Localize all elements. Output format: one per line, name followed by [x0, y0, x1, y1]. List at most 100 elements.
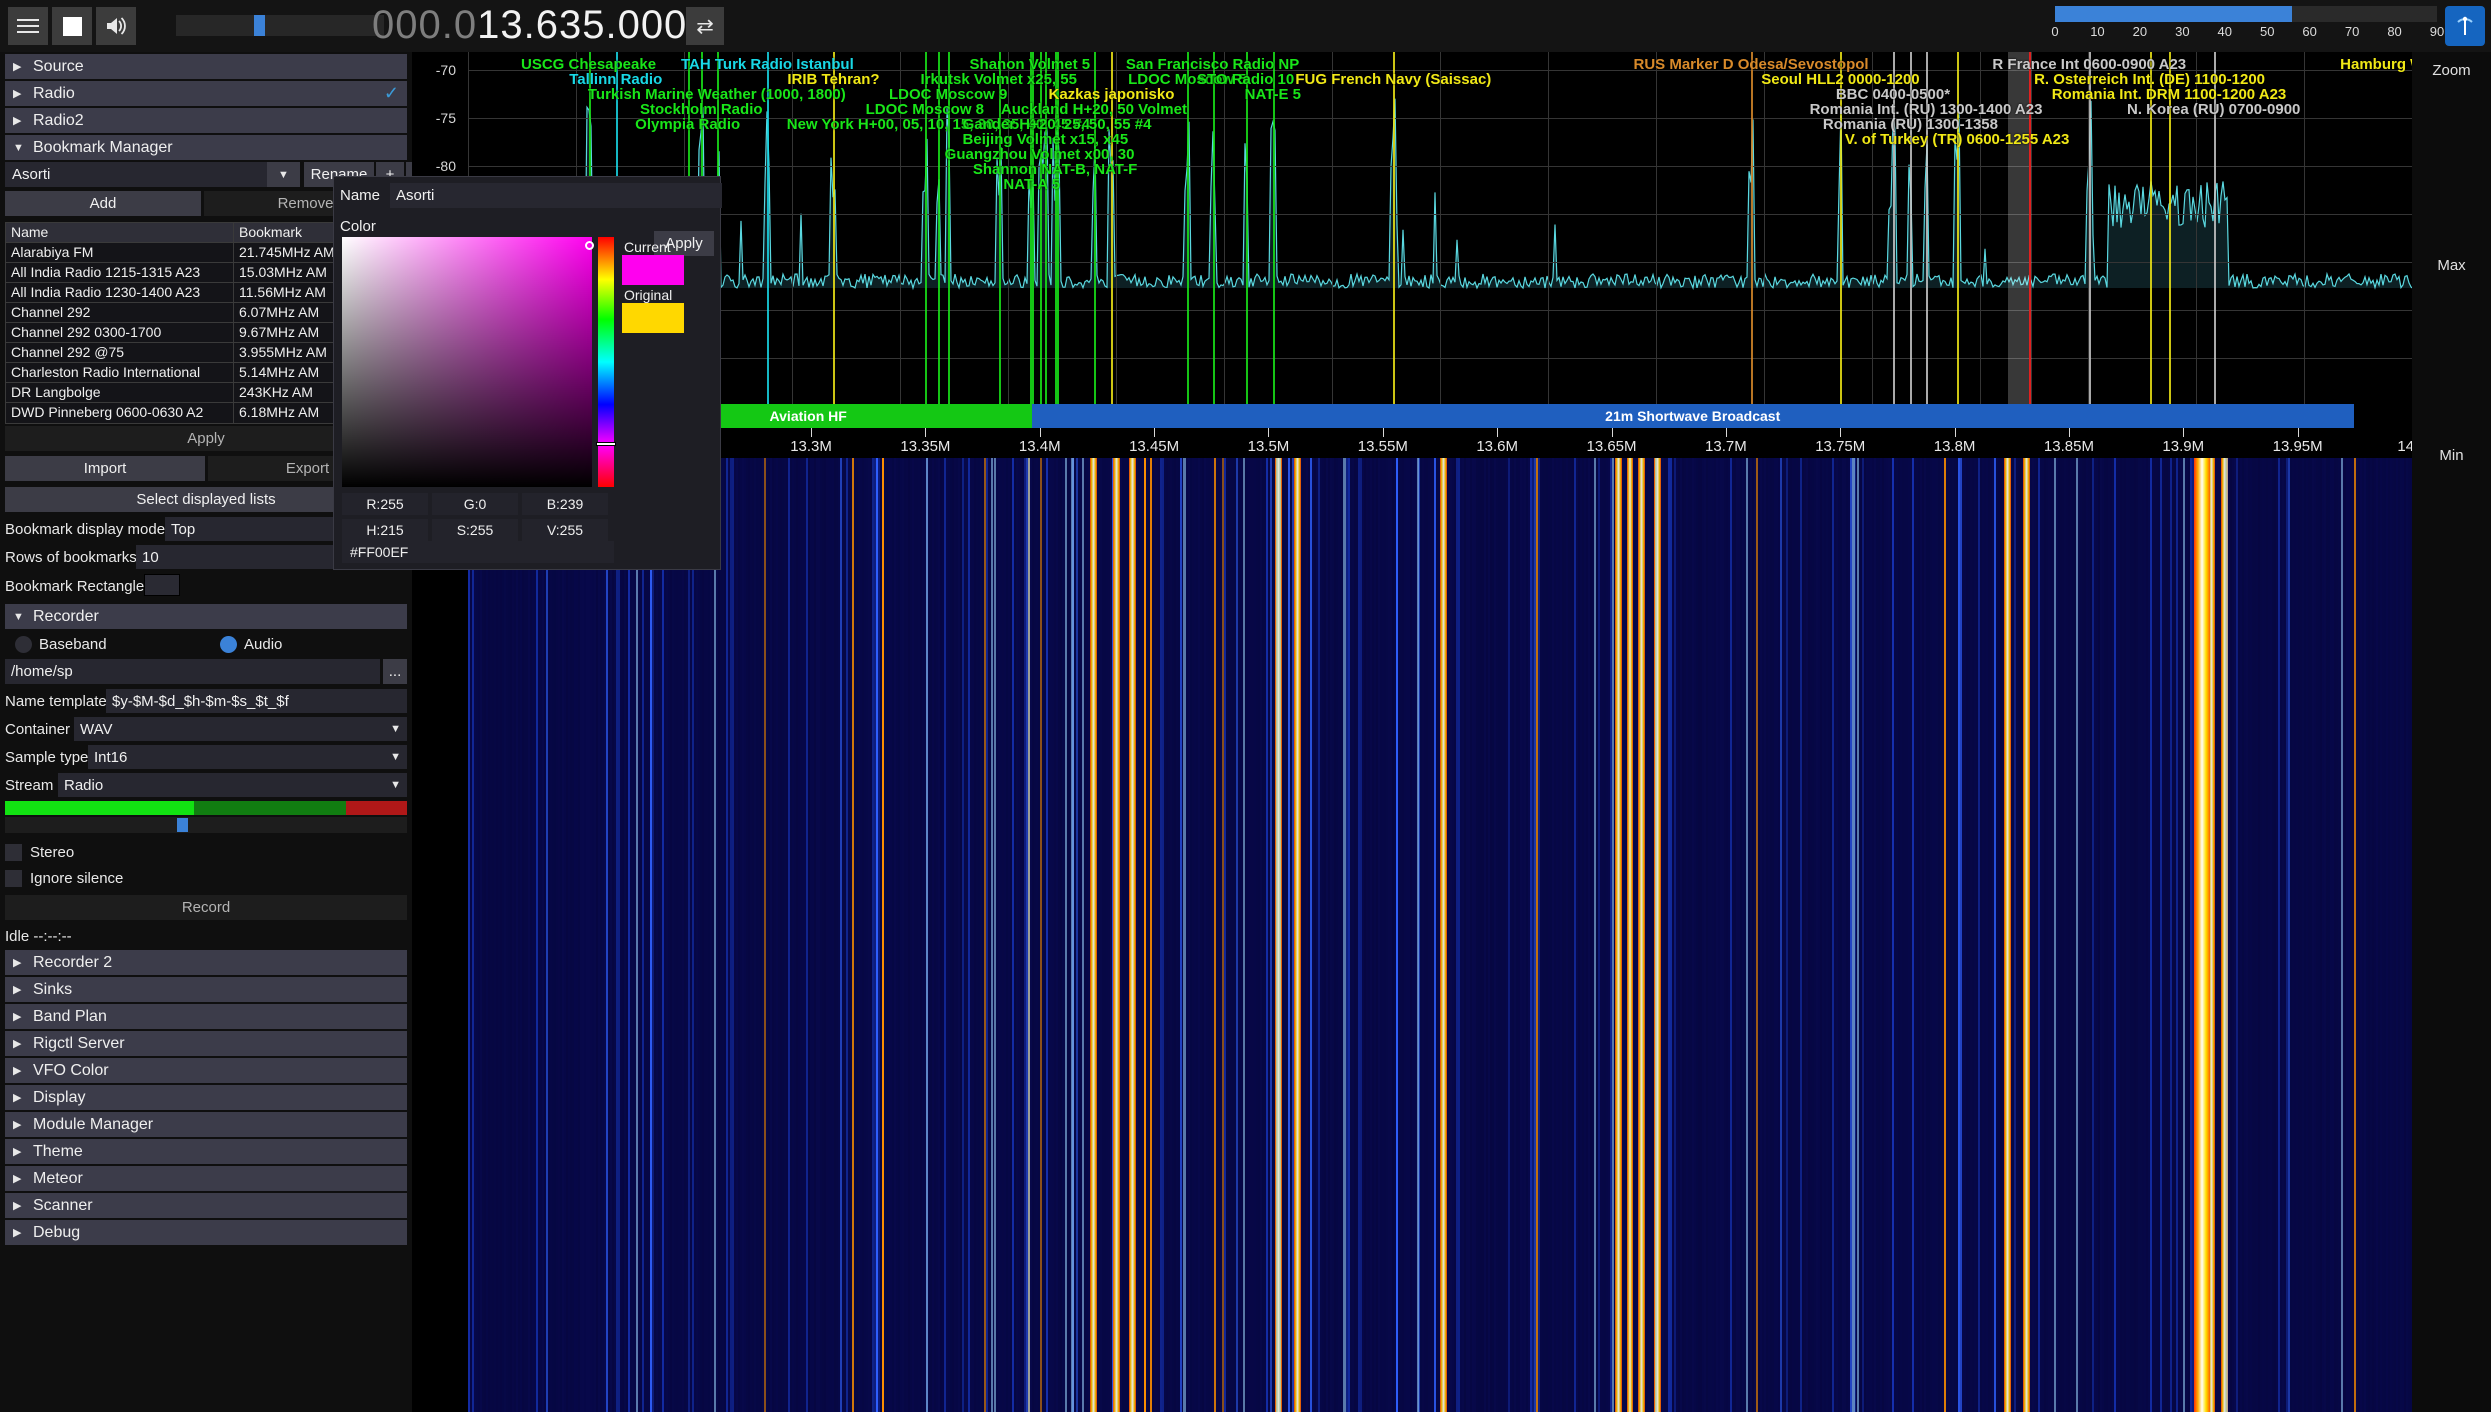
signal-tick: 80 [2387, 24, 2401, 39]
hex-color-input[interactable]: #FF00EF [342, 541, 614, 563]
sidebar-item-debug[interactable]: ▶Debug [5, 1220, 407, 1245]
volume-slider-handle[interactable] [254, 15, 265, 36]
color-channel-r[interactable]: R:255 [342, 493, 428, 515]
recorder-mode-audio[interactable]: Audio [220, 636, 282, 653]
bookmark-label[interactable]: N. Korea (RU) 0700-0900 [2127, 101, 2300, 118]
color-channel-h[interactable]: H:215 [342, 519, 428, 541]
saturation-value-field[interactable] [342, 237, 592, 487]
bookmark-label[interactable]: Hamburg WeFax DDK6 [2340, 56, 2412, 73]
sidebar-item-source[interactable]: ▶ Source [5, 54, 407, 79]
sidebar-item-display[interactable]: ▶Display [5, 1085, 407, 1110]
signal-meter-fill [2055, 6, 2292, 22]
original-color-swatch[interactable] [622, 303, 684, 333]
sidebar-item-meteor[interactable]: ▶Meteor [5, 1166, 407, 1191]
original-color-label: Original [624, 287, 672, 303]
radio-icon [15, 636, 32, 653]
sidebar-item-recorder-2[interactable]: ▶Recorder 2 [5, 950, 407, 975]
popup-color-swatch[interactable] [390, 214, 420, 238]
bookmark-label[interactable]: NAT-E 5 [1245, 86, 1301, 103]
color-channel-g[interactable]: G:0 [432, 493, 518, 515]
right-rail: Zoom Max Min [2412, 52, 2491, 1412]
recorder-gain-handle[interactable] [177, 818, 188, 832]
import-button[interactable]: Import [5, 456, 205, 481]
checkmark-icon[interactable]: ✓ [384, 83, 399, 104]
container-select[interactable]: WAV ▼ [74, 717, 407, 741]
recorder-path-input[interactable]: /home/sp [5, 659, 380, 684]
name-template-input[interactable]: $y-$M-$d_$h-$m-$s_$t_$f [106, 689, 407, 713]
bookmark-rectangle-row: Bookmark Rectangle [5, 572, 407, 600]
volume-slider[interactable] [176, 15, 384, 36]
bookmark-list-select[interactable]: Asorti [5, 162, 300, 187]
sv-cursor[interactable] [585, 241, 594, 250]
sidebar-item-theme[interactable]: ▶Theme [5, 1139, 407, 1164]
checkbox-icon[interactable] [5, 844, 22, 861]
waterfall-streak [1655, 458, 1657, 1412]
hamburger-menu-icon[interactable] [8, 7, 48, 45]
frequency-readout[interactable]: 000.013.635.000 [372, 2, 687, 48]
bookmark-label[interactable]: FUG French Navy (Saissac) [1295, 71, 1491, 88]
level-green-dark [194, 801, 346, 815]
bookmark-label[interactable]: V. of Turkey (TR) 0600-1255 A23 [1845, 131, 2070, 148]
bookmark-label[interactable]: NAT-A 5 [1003, 176, 1060, 193]
sidebar-item-recorder[interactable]: ▼ Recorder [5, 604, 407, 629]
freq-tick-label: 13.4M [1019, 438, 1061, 455]
bookmark-line[interactable] [1751, 52, 1753, 404]
waterfall-streak [2225, 458, 2227, 1412]
bookmark-line[interactable] [1187, 52, 1189, 404]
add-bookmark-button[interactable]: Add [5, 191, 201, 216]
freq-tick-label: 13.9M [2162, 438, 2204, 455]
waterfall-streak [1852, 458, 1854, 1412]
bookmark-line[interactable] [1393, 52, 1395, 404]
sidebar-item-rigctl-server[interactable]: ▶Rigctl Server [5, 1031, 407, 1056]
color-channel-v[interactable]: V:255 [522, 519, 608, 541]
sidebar-item-radio2[interactable]: ▶ Radio2 [5, 108, 407, 133]
bookmark-line[interactable] [1273, 52, 1275, 404]
stream-select[interactable]: Radio ▼ [58, 773, 407, 797]
signal-tick: 10 [2090, 24, 2104, 39]
bookmark-line[interactable] [2089, 52, 2091, 404]
band-plan-segment[interactable]: 21m Shortwave Broadcast [1032, 404, 2354, 428]
signal-meter: 0102030405060708090 [2055, 6, 2437, 46]
bookmark-line[interactable] [1246, 52, 1248, 404]
recorder-gain-slider[interactable] [5, 817, 407, 833]
waterfall-display[interactable] [468, 458, 2412, 1412]
stop-square-icon[interactable] [52, 7, 92, 45]
sidebar-item-bookmark-manager[interactable]: ▼ Bookmark Manager [5, 135, 407, 160]
sidebar-item-scanner[interactable]: ▶Scanner [5, 1193, 407, 1218]
bookmark-line[interactable] [767, 52, 769, 404]
recorder-mode-baseband[interactable]: Baseband [15, 636, 107, 653]
fft-plot[interactable]: USCG ChesapeakeTAH Turk Radio IstanbulSh… [468, 52, 2412, 404]
bookmark-list-value: Asorti [12, 166, 50, 183]
sidebar-item-label: Display [33, 1089, 85, 1107]
sidebar-item-radio[interactable]: ▶ Radio ✓ [5, 81, 407, 106]
bookmark-line[interactable] [833, 52, 835, 404]
sidebar-item-module-manager[interactable]: ▶Module Manager [5, 1112, 407, 1137]
sidebar-item-band-plan[interactable]: ▶Band Plan [5, 1004, 407, 1029]
bookmark-rectangle-checkbox[interactable] [144, 574, 180, 596]
bookmark-name-cell: Channel 292 @75 [6, 343, 234, 362]
popup-name-input[interactable]: Asorti [390, 183, 722, 208]
speaker-volume-icon[interactable] [96, 7, 136, 45]
hue-slider-cursor[interactable] [596, 442, 616, 446]
grid-line [1332, 52, 1333, 404]
sidebar-item-vfo-color[interactable]: ▶VFO Color [5, 1058, 407, 1083]
ignore-silence-checkbox-row[interactable]: Ignore silence [5, 865, 407, 891]
grid-line [1656, 52, 1657, 404]
color-channel-s[interactable]: S:255 [432, 519, 518, 541]
stereo-checkbox-row[interactable]: Stereo [5, 839, 407, 865]
name-template-value: $y-$M-$d_$h-$m-$s_$t_$f [112, 693, 289, 710]
bookmark-label[interactable]: Olympia Radio [635, 116, 740, 133]
record-button[interactable]: Record [5, 895, 407, 920]
sidebar-item-sinks[interactable]: ▶Sinks [5, 977, 407, 1002]
sample-type-select[interactable]: Int16 ▼ [88, 745, 407, 769]
signal-tick: 0 [2051, 24, 2058, 39]
hue-slider[interactable] [598, 237, 614, 487]
chevron-down-icon[interactable]: ▼ [267, 162, 300, 187]
checkbox-icon[interactable] [5, 870, 22, 887]
bookmark-line[interactable] [1213, 52, 1215, 404]
chevron-right-icon: ▶ [13, 1199, 33, 1212]
freq-tick [925, 428, 926, 437]
browse-folder-button[interactable]: ... [383, 659, 407, 684]
swap-arrows-icon[interactable]: ⇄ [686, 7, 724, 45]
color-channel-b[interactable]: B:239 [522, 493, 608, 515]
